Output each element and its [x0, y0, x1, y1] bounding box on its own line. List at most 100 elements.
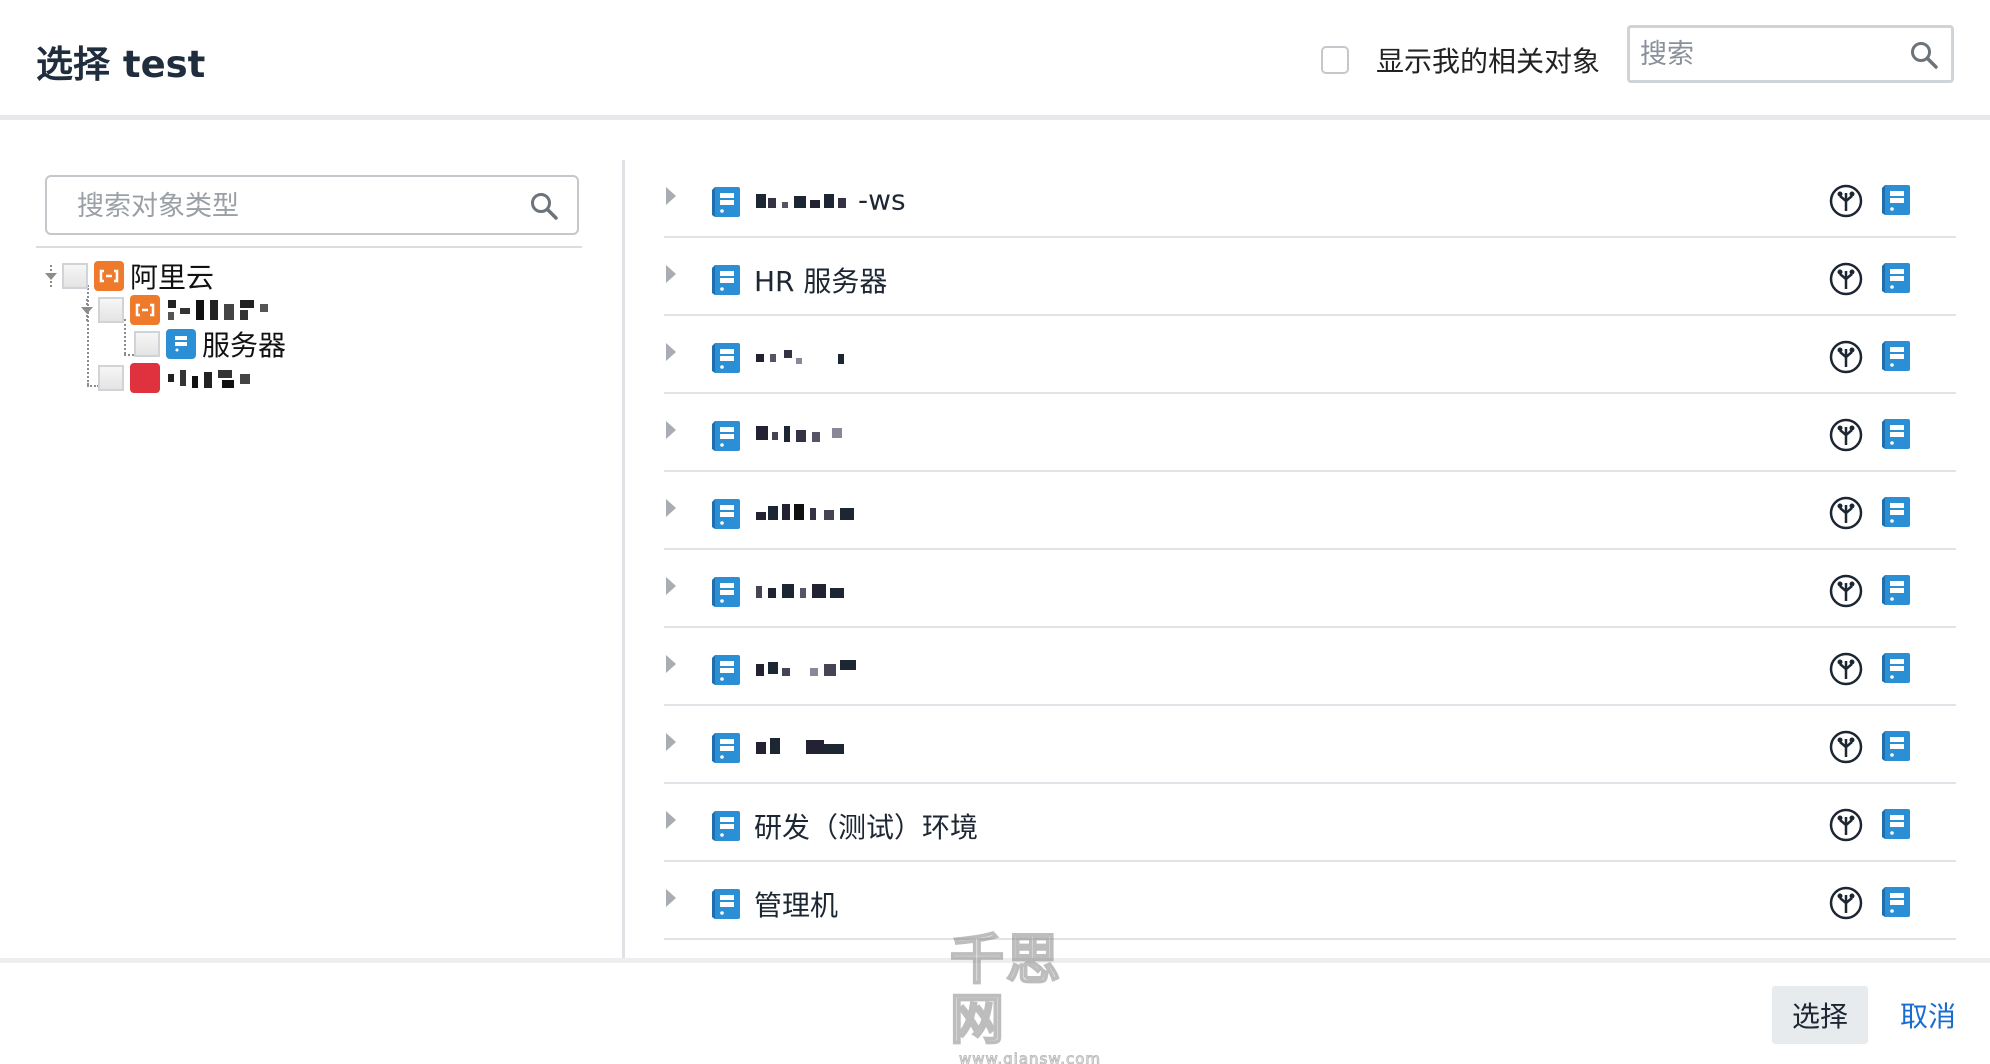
expand-arrow-icon[interactable] [666, 187, 676, 205]
tree-node-checkbox[interactable] [98, 297, 124, 323]
object-row[interactable] [664, 394, 1956, 472]
server-detail-icon[interactable] [1880, 261, 1912, 295]
server-icon [712, 265, 740, 295]
expand-arrow-icon[interactable] [666, 655, 676, 673]
object-search-box[interactable] [1627, 25, 1954, 83]
show-related-label[interactable]: 显示我的相关对象 [1376, 40, 1600, 80]
server-detail-icon[interactable] [1880, 729, 1912, 763]
object-row[interactable]: 管理机 [664, 862, 1956, 940]
topology-icon[interactable] [1828, 729, 1864, 765]
server-icon [712, 577, 740, 607]
aliyun-icon [130, 295, 160, 325]
object-row[interactable] [664, 472, 1956, 550]
redacted-text [756, 350, 844, 364]
expand-arrow-icon[interactable] [666, 577, 676, 595]
cloud-provider-icon [130, 363, 160, 393]
redacted-text [756, 584, 844, 598]
server-detail-icon[interactable] [1880, 339, 1912, 373]
server-detail-icon[interactable] [1880, 885, 1912, 919]
panel-divider [622, 160, 625, 960]
search-icon[interactable] [529, 191, 559, 221]
object-name[interactable]: 管理机 [754, 884, 838, 924]
server-icon [712, 499, 740, 529]
tree-node-checkbox[interactable] [62, 263, 88, 289]
object-name[interactable]: -ws [754, 182, 906, 217]
expand-arrow-icon[interactable] [666, 499, 676, 517]
cancel-button[interactable]: 取消 [1888, 986, 1968, 1044]
redacted-text [756, 194, 846, 208]
server-detail-icon[interactable] [1880, 183, 1912, 217]
expand-arrow-icon[interactable] [666, 889, 676, 907]
tree-node-aliyun[interactable]: 阿里云 [40, 259, 215, 294]
tree-node-server[interactable]: 服务器 [112, 327, 286, 362]
object-name[interactable]: 研发（测试）环境 [754, 806, 978, 846]
search-icon[interactable] [1909, 40, 1939, 70]
server-icon [712, 889, 740, 919]
server-detail-icon[interactable] [1880, 495, 1912, 529]
object-row[interactable] [664, 550, 1956, 628]
topology-icon[interactable] [1828, 261, 1864, 297]
server-icon [712, 655, 740, 685]
topology-icon[interactable] [1828, 807, 1864, 843]
expand-toggle-icon[interactable] [40, 265, 62, 287]
dialog-title: 选择 test [36, 43, 206, 86]
object-name-text: 管理机 [754, 889, 839, 922]
topology-icon[interactable] [1828, 339, 1864, 375]
type-search-box[interactable] [45, 175, 579, 235]
redacted-text [168, 300, 268, 320]
server-detail-icon[interactable] [1880, 417, 1912, 451]
object-row[interactable]: 研发（测试）环境 [664, 784, 1956, 862]
server-icon [712, 343, 740, 373]
expand-arrow-icon[interactable] [666, 343, 676, 361]
object-name[interactable] [754, 494, 880, 529]
expand-arrow-icon[interactable] [666, 421, 676, 439]
object-name[interactable] [754, 572, 880, 607]
topology-icon[interactable] [1828, 651, 1864, 687]
redacted-text [756, 660, 856, 676]
object-row[interactable]: HR 服务器 [664, 238, 1956, 316]
object-row[interactable] [664, 628, 1956, 706]
object-name[interactable] [754, 728, 880, 763]
server-icon [712, 421, 740, 451]
expand-toggle-icon[interactable] [76, 299, 98, 321]
server-detail-icon[interactable] [1880, 573, 1912, 607]
object-name[interactable]: HR 服务器 [754, 260, 887, 300]
aliyun-icon [94, 261, 124, 291]
expand-arrow-icon[interactable] [666, 733, 676, 751]
type-tree-panel: 阿里云 服务器 [0, 125, 620, 960]
object-name-text: HR 服务器 [754, 265, 888, 298]
expand-arrow-icon[interactable] [666, 811, 676, 829]
redacted-text [756, 738, 844, 754]
object-row[interactable] [664, 706, 1956, 784]
topology-icon[interactable] [1828, 183, 1864, 219]
show-related-checkbox[interactable] [1321, 46, 1349, 74]
object-row[interactable] [664, 316, 1956, 394]
topology-icon[interactable] [1828, 495, 1864, 531]
tree-node-aliyun-child[interactable] [76, 293, 276, 327]
divider [36, 246, 582, 248]
topology-icon[interactable] [1828, 417, 1864, 453]
tree-node-label: 阿里云 [130, 261, 215, 294]
object-name[interactable] [754, 650, 880, 685]
type-search-input[interactable] [77, 187, 507, 225]
expand-arrow-icon[interactable] [666, 265, 676, 283]
topology-icon[interactable] [1828, 885, 1864, 921]
select-button[interactable]: 选择 [1772, 986, 1868, 1044]
watermark-logo: 千思网 www.qiansw.com [949, 929, 1110, 1064]
object-name[interactable] [754, 338, 880, 373]
object-search-input[interactable] [1640, 36, 1900, 72]
tree-node-cloud-other[interactable] [76, 361, 262, 395]
tree-node-checkbox[interactable] [98, 365, 124, 391]
server-detail-icon[interactable] [1880, 651, 1912, 685]
redacted-text [756, 504, 854, 520]
topology-icon[interactable] [1828, 573, 1864, 609]
server-icon [712, 733, 740, 763]
server-detail-icon[interactable] [1880, 807, 1912, 841]
redacted-text [168, 370, 250, 388]
server-icon [712, 187, 740, 217]
object-name[interactable] [754, 416, 880, 451]
dialog-header: 选择 test 显示我的相关对象 [0, 0, 1990, 120]
object-row[interactable]: -ws [664, 160, 1956, 238]
tree-node-checkbox[interactable] [134, 331, 160, 357]
object-name-text: 研发（测试）环境 [754, 811, 979, 844]
